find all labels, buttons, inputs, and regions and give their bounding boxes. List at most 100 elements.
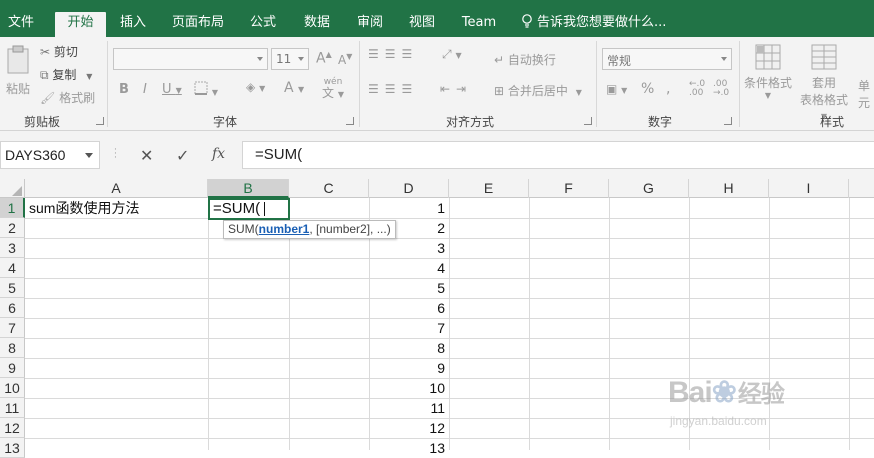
accounting-button[interactable]: ▣ ▼ — [606, 82, 627, 96]
text-cursor — [264, 202, 265, 216]
copy-button[interactable]: ⧉ 复制 ▼ — [40, 66, 92, 83]
formula-input[interactable]: =SUM( — [242, 141, 874, 169]
chevron-down-icon[interactable] — [85, 153, 93, 158]
phonetic-button[interactable]: wén 文 ▼ — [322, 78, 344, 101]
number-group-label: 数字 — [647, 115, 672, 129]
table-format-label-2: 表格格式 — [799, 93, 848, 107]
wrap-icon: ↵ — [494, 53, 505, 67]
insert-function-icon[interactable]: fx — [212, 146, 225, 162]
format-as-table-button[interactable]: 套用 表格格式 ▼ — [796, 43, 852, 122]
font-name-combo[interactable] — [113, 48, 268, 70]
increase-decimal-button[interactable]: ←.0.00 — [689, 80, 705, 98]
row-header-3[interactable]: 3 — [0, 238, 25, 258]
bold-button[interactable]: B — [119, 82, 129, 97]
font-size-combo[interactable]: 11 — [271, 48, 309, 70]
comma-button[interactable]: , — [666, 81, 670, 97]
paint-bucket-icon: ◈ — [246, 80, 256, 94]
cell-d5[interactable]: 5 — [369, 278, 449, 298]
cell-d8[interactable]: 8 — [369, 338, 449, 358]
cell-d7[interactable]: 7 — [369, 318, 449, 338]
decrease-font-button[interactable]: A▼ — [338, 52, 352, 67]
enter-icon[interactable]: ✓ — [176, 146, 189, 165]
cell-styles-button[interactable]: 单元 — [858, 77, 874, 111]
tooltip-function-name[interactable]: SUM( — [228, 222, 259, 236]
cell-d12[interactable]: 12 — [369, 418, 449, 438]
cell-d11[interactable]: 11 — [369, 398, 449, 418]
row-header-13[interactable]: 13 — [0, 438, 25, 458]
tab-review[interactable]: 审阅 — [349, 12, 391, 37]
tab-formulas[interactable]: 公式 — [242, 12, 284, 37]
cell-d3[interactable]: 3 — [369, 238, 449, 258]
row-header-12[interactable]: 12 — [0, 418, 25, 438]
cell-d1[interactable]: 1 — [369, 198, 449, 218]
tell-me-search[interactable]: 告诉我您想要做什么... — [521, 12, 681, 37]
styles-group-label: 样式 — [819, 115, 844, 129]
alignment-launcher-icon[interactable] — [584, 117, 592, 125]
vertical-align-buttons[interactable]: ☰☰☰ — [368, 47, 418, 61]
row-header-9[interactable]: 9 — [0, 358, 25, 378]
baidu-watermark: Bai❀经验 jingyan.baidu.com — [668, 372, 868, 442]
tab-file[interactable]: 文件 — [0, 12, 42, 37]
fill-color-button[interactable]: ◈ ▼ — [246, 80, 265, 94]
row-header-4[interactable]: 4 — [0, 258, 25, 278]
border-button[interactable]: ▼ — [194, 81, 218, 98]
tab-home[interactable]: 开始 — [55, 12, 106, 38]
cell-b1-text: =SUM( — [213, 200, 261, 217]
brush-icon: 🖌 — [40, 91, 56, 105]
cell-d13[interactable]: 13 — [369, 438, 449, 458]
row-header-7[interactable]: 7 — [0, 318, 25, 338]
conditional-format-button[interactable]: 条件格式 ▼ — [743, 43, 793, 100]
decrease-decimal-button[interactable]: .00 →.0 — [713, 80, 729, 98]
clipboard-launcher-icon[interactable] — [96, 117, 104, 125]
italic-button[interactable]: I — [143, 82, 147, 97]
group-divider — [739, 41, 740, 127]
increase-font-button[interactable]: A▲ — [316, 50, 332, 67]
wrap-text-label: 自动换行 — [507, 53, 556, 67]
tab-view[interactable]: 视图 — [401, 12, 443, 37]
cell-d6[interactable]: 6 — [369, 298, 449, 318]
row-header-1[interactable]: 1 — [0, 198, 25, 218]
cell-d10[interactable]: 10 — [369, 378, 449, 398]
tab-insert[interactable]: 插入 — [112, 12, 154, 37]
cell-d9[interactable]: 9 — [369, 358, 449, 378]
row-header-11[interactable]: 11 — [0, 398, 25, 418]
cut-button[interactable]: ✂ 剪切 — [40, 43, 78, 60]
more-icon: · · · — [114, 145, 117, 163]
row-header-6[interactable]: 6 — [0, 298, 25, 318]
font-launcher-icon[interactable] — [346, 117, 354, 125]
conditional-format-icon — [755, 44, 781, 70]
number-format-combo[interactable]: 常规 — [602, 48, 732, 70]
percent-icon: % — [641, 81, 655, 97]
tell-me-text: 告诉我您想要做什么... — [537, 15, 667, 30]
wrap-text-button[interactable]: ↵ 自动换行 — [494, 51, 556, 68]
underline-button[interactable]: U ▼ — [162, 82, 182, 97]
indent-buttons[interactable]: ⇤⇥ — [440, 82, 472, 96]
font-color-button[interactable]: A ▼ — [284, 80, 304, 96]
cell-d4[interactable]: 4 — [369, 258, 449, 278]
row-header-2[interactable]: 2 — [0, 218, 25, 238]
name-box[interactable]: DAYS360 — [0, 141, 100, 169]
active-cell-b1[interactable]: =SUM( — [208, 198, 290, 220]
format-painter-button[interactable]: 🖌 格式刷 — [40, 89, 95, 106]
tab-page-layout[interactable]: 页面布局 — [166, 12, 230, 37]
tooltip-current-argument[interactable]: number1 — [259, 222, 310, 236]
group-divider — [107, 41, 108, 127]
row-header-8[interactable]: 8 — [0, 338, 25, 358]
orientation-button[interactable]: ⤢ ▼ — [442, 47, 462, 62]
row-header-5[interactable]: 5 — [0, 278, 25, 298]
table-format-label-1: 套用 — [811, 76, 836, 90]
percent-button[interactable]: % — [641, 81, 654, 97]
table-format-icon — [811, 44, 837, 70]
paste-button[interactable]: 粘贴 — [4, 45, 32, 107]
name-box-value: DAYS360 — [5, 147, 66, 163]
cell-a1[interactable]: sum函数使用方法 — [29, 198, 139, 218]
copy-icon: ⧉ — [40, 68, 49, 82]
horizontal-align-buttons[interactable]: ☰☰☰ — [368, 82, 418, 96]
row-header-10[interactable]: 10 — [0, 378, 25, 398]
cancel-icon[interactable]: ✕ — [140, 146, 153, 165]
currency-icon: ▣ — [606, 82, 618, 96]
number-launcher-icon[interactable] — [724, 117, 732, 125]
merge-center-button[interactable]: ⊞ 合并后居中 ▼ — [494, 82, 582, 99]
tab-team[interactable]: Team — [455, 12, 503, 37]
tab-data[interactable]: 数据 — [296, 12, 338, 37]
